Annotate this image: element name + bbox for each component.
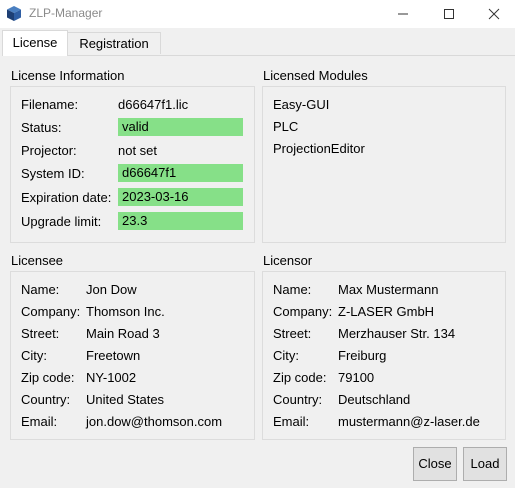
- upgrade-limit-label: Upgrade limit:: [21, 214, 102, 229]
- licensee-city-label: City:: [21, 348, 47, 363]
- app-cube-icon: [7, 6, 21, 21]
- licensee-zip-value: NY-1002: [86, 370, 137, 385]
- licensee-street-value: Main Road 3: [86, 326, 160, 341]
- licensee-street-label: Street:: [21, 326, 60, 341]
- licensor-street-label: Street:: [273, 326, 312, 341]
- license-info-title: License Information: [11, 68, 125, 83]
- window-title: ZLP-Manager: [29, 6, 103, 20]
- expiration-date-value: 2023-03-16: [118, 188, 243, 206]
- title-bar: ZLP-Manager: [0, 0, 515, 28]
- projector-value: not set: [118, 143, 158, 158]
- licensee-country-label: Country:: [21, 392, 71, 407]
- projector-label: Projector:: [21, 143, 77, 158]
- licensor-company-value: Z-LASER GmbH: [338, 304, 435, 319]
- load-button[interactable]: Load: [463, 447, 507, 481]
- licensor-zip-label: Zip code:: [273, 370, 327, 385]
- close-window-button[interactable]: [471, 0, 515, 28]
- licensor-name-label: Name:: [273, 282, 312, 297]
- licensor-title: Licensor: [263, 253, 313, 268]
- system-id-label: System ID:: [21, 166, 85, 181]
- system-id-value: d66647f1: [118, 164, 243, 182]
- licensee-city-value: Freetown: [86, 348, 141, 363]
- maximize-button[interactable]: [426, 0, 472, 28]
- licensee-country-value: United States: [86, 392, 165, 407]
- module-item: Easy-GUI: [273, 97, 330, 112]
- licensee-email-label: Email:: [21, 414, 58, 429]
- close-button[interactable]: Close: [413, 447, 457, 481]
- filename-value: d66647f1.lic: [118, 97, 189, 112]
- licensee-company-value: Thomson Inc.: [86, 304, 165, 319]
- minimize-button[interactable]: [380, 0, 426, 28]
- licensee-zip-label: Zip code:: [21, 370, 75, 385]
- licensor-country-value: Deutschland: [338, 392, 411, 407]
- licensee-title: Licensee: [11, 253, 64, 268]
- filename-label: Filename:: [21, 97, 79, 112]
- licensee-name-value: Jon Dow: [86, 282, 137, 297]
- upgrade-limit-value: 23.3: [118, 212, 243, 230]
- module-item: PLC: [273, 119, 299, 134]
- licensee-email-value: jon.dow@thomson.com: [86, 414, 223, 429]
- licensor-zip-value: 79100: [338, 370, 375, 385]
- licensor-street-value: Merzhauser Str. 134: [338, 326, 456, 341]
- licensor-city-value: Freiburg: [338, 348, 387, 363]
- licensee-name-label: Name:: [21, 282, 60, 297]
- licensor-city-label: City:: [273, 348, 299, 363]
- expiration-date-label: Expiration date:: [21, 190, 112, 205]
- licensee-company-label: Company:: [21, 304, 81, 319]
- licensor-country-label: Country:: [273, 392, 323, 407]
- licensor-email-value: mustermann@z-laser.de: [338, 414, 480, 429]
- licensor-company-label: Company:: [273, 304, 333, 319]
- status-value: valid: [118, 118, 243, 136]
- status-label: Status:: [21, 120, 62, 135]
- module-item: ProjectionEditor: [273, 141, 365, 156]
- tab-registration[interactable]: Registration: [67, 32, 161, 54]
- licensed-modules-title: Licensed Modules: [263, 68, 368, 83]
- tab-license[interactable]: License: [2, 30, 68, 56]
- licensor-name-value: Max Mustermann: [338, 282, 439, 297]
- licensor-email-label: Email:: [273, 414, 310, 429]
